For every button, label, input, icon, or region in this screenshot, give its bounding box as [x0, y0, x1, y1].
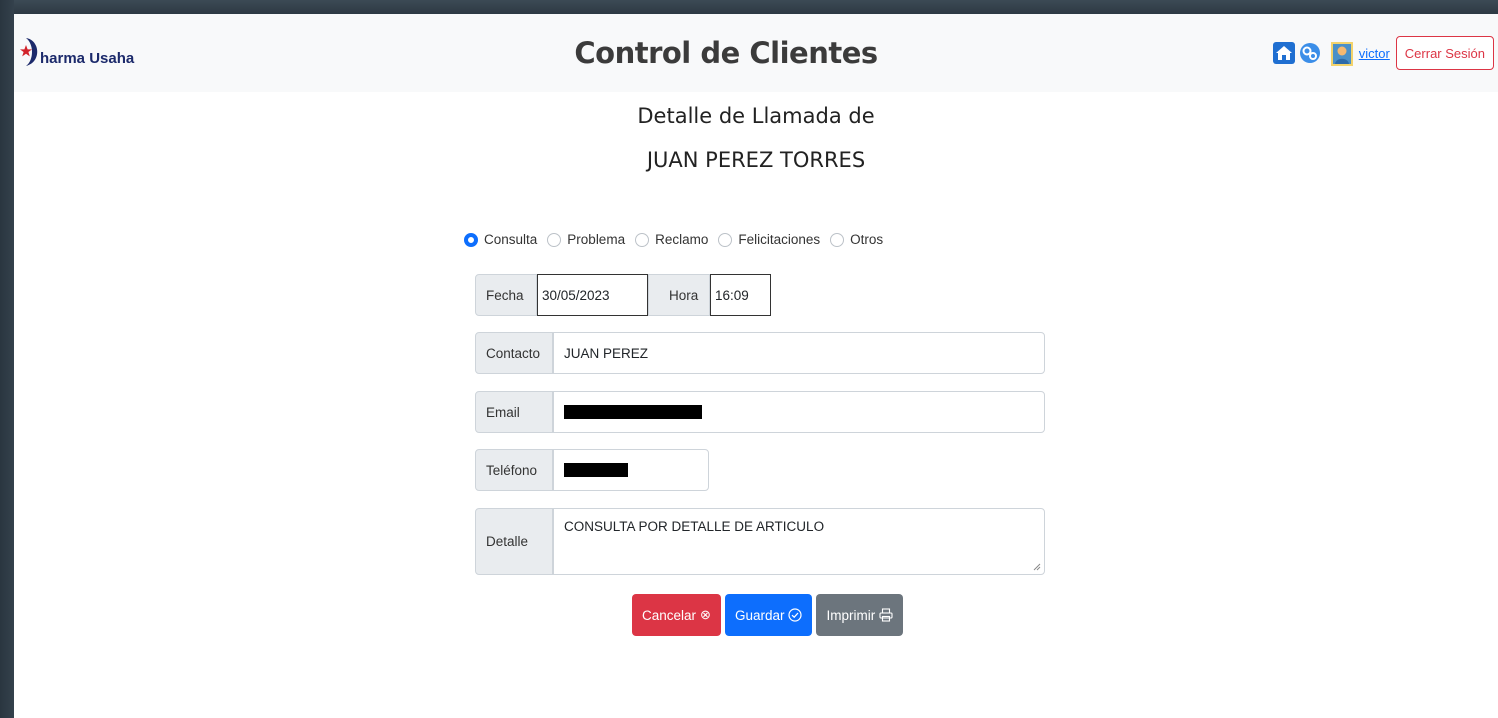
radio-reclamo[interactable]: Reclamo: [635, 232, 708, 247]
radio-otros[interactable]: Otros: [830, 232, 883, 247]
save-button[interactable]: Guardar: [724, 594, 813, 636]
client-name: JUAN PEREZ TORRES: [646, 148, 866, 172]
cancel-label: Cancelar: [642, 607, 697, 623]
contacto-field[interactable]: JUAN PEREZ: [553, 332, 1045, 374]
contacto-group: Contacto JUAN PEREZ: [475, 332, 1045, 374]
window-frame-left: [0, 0, 14, 718]
radio-label: Otros: [850, 232, 884, 247]
email-label: Email: [475, 391, 553, 433]
radio-felicitaciones[interactable]: Felicitaciones: [718, 232, 820, 247]
radio-unchecked-icon[interactable]: [830, 232, 845, 247]
check-circle-icon: [788, 608, 803, 622]
fecha-label: Fecha: [475, 274, 537, 316]
redacted-block: [564, 405, 702, 419]
home-icon[interactable]: [1272, 42, 1295, 64]
header-bar: harma Usaha Control de Clientes victor C…: [14, 14, 1498, 92]
radio-label: Problema: [567, 232, 626, 247]
header-tools: victor Cerrar Sesión: [1272, 36, 1494, 70]
detalle-textarea[interactable]: CONSULTA POR DETALLE DE ARTICULO: [553, 508, 1045, 575]
telefono-group: Teléfono: [475, 449, 709, 491]
telefono-label: Teléfono: [475, 449, 553, 491]
resize-grip-icon[interactable]: [1033, 563, 1041, 571]
radio-checked-icon[interactable]: [464, 232, 478, 247]
contacto-label: Contacto: [475, 332, 553, 374]
hora-label: Hora: [648, 274, 710, 316]
settings-icon[interactable]: [1299, 42, 1321, 64]
logout-button[interactable]: Cerrar Sesión: [1395, 36, 1494, 70]
radio-problema[interactable]: Problema: [547, 232, 625, 247]
print-label: Imprimir: [826, 607, 876, 623]
cancel-button[interactable]: Cancelar ⊗: [632, 594, 721, 636]
fecha-field[interactable]: 30/05/2023: [537, 274, 648, 316]
save-label: Guardar: [734, 607, 785, 623]
radio-label: Felicitaciones: [738, 232, 821, 247]
redacted-block: [564, 463, 628, 477]
telefono-field[interactable]: [553, 449, 709, 491]
radio-unchecked-icon[interactable]: [635, 232, 650, 247]
call-type-radio-group: Consulta Problema Reclamo Felicitaciones…: [464, 232, 893, 247]
email-field[interactable]: [553, 391, 1045, 433]
radio-unchecked-icon[interactable]: [547, 232, 562, 247]
x-circle-icon: ⊗: [700, 607, 711, 622]
radio-unchecked-icon[interactable]: [718, 232, 733, 247]
hora-field[interactable]: 16:09: [710, 274, 771, 316]
detalle-label: Detalle: [475, 508, 553, 575]
printer-icon: [879, 608, 893, 622]
detalle-group: Detalle CONSULTA POR DETALLE DE ARTICULO: [475, 508, 1045, 575]
action-buttons: Cancelar ⊗ Guardar Imprimir: [632, 594, 904, 636]
window-frame-top: [0, 0, 1498, 14]
app-title: Control de Clientes: [574, 36, 878, 70]
email-group: Email: [475, 391, 1045, 433]
print-button[interactable]: Imprimir: [816, 594, 904, 636]
user-icon[interactable]: [1330, 42, 1353, 66]
radio-label: Reclamo: [655, 232, 709, 247]
radio-consulta[interactable]: Consulta: [464, 232, 537, 247]
detail-heading: Detalle de Llamada de: [637, 104, 875, 128]
detalle-text: CONSULTA POR DETALLE DE ARTICULO: [564, 519, 825, 534]
user-link[interactable]: victor: [1359, 46, 1390, 61]
page: harma Usaha Control de Clientes victor C…: [14, 14, 1498, 718]
radio-label: Consulta: [484, 232, 538, 247]
fecha-hora-group: Fecha 30/05/2023 Hora 16:09: [475, 274, 771, 316]
